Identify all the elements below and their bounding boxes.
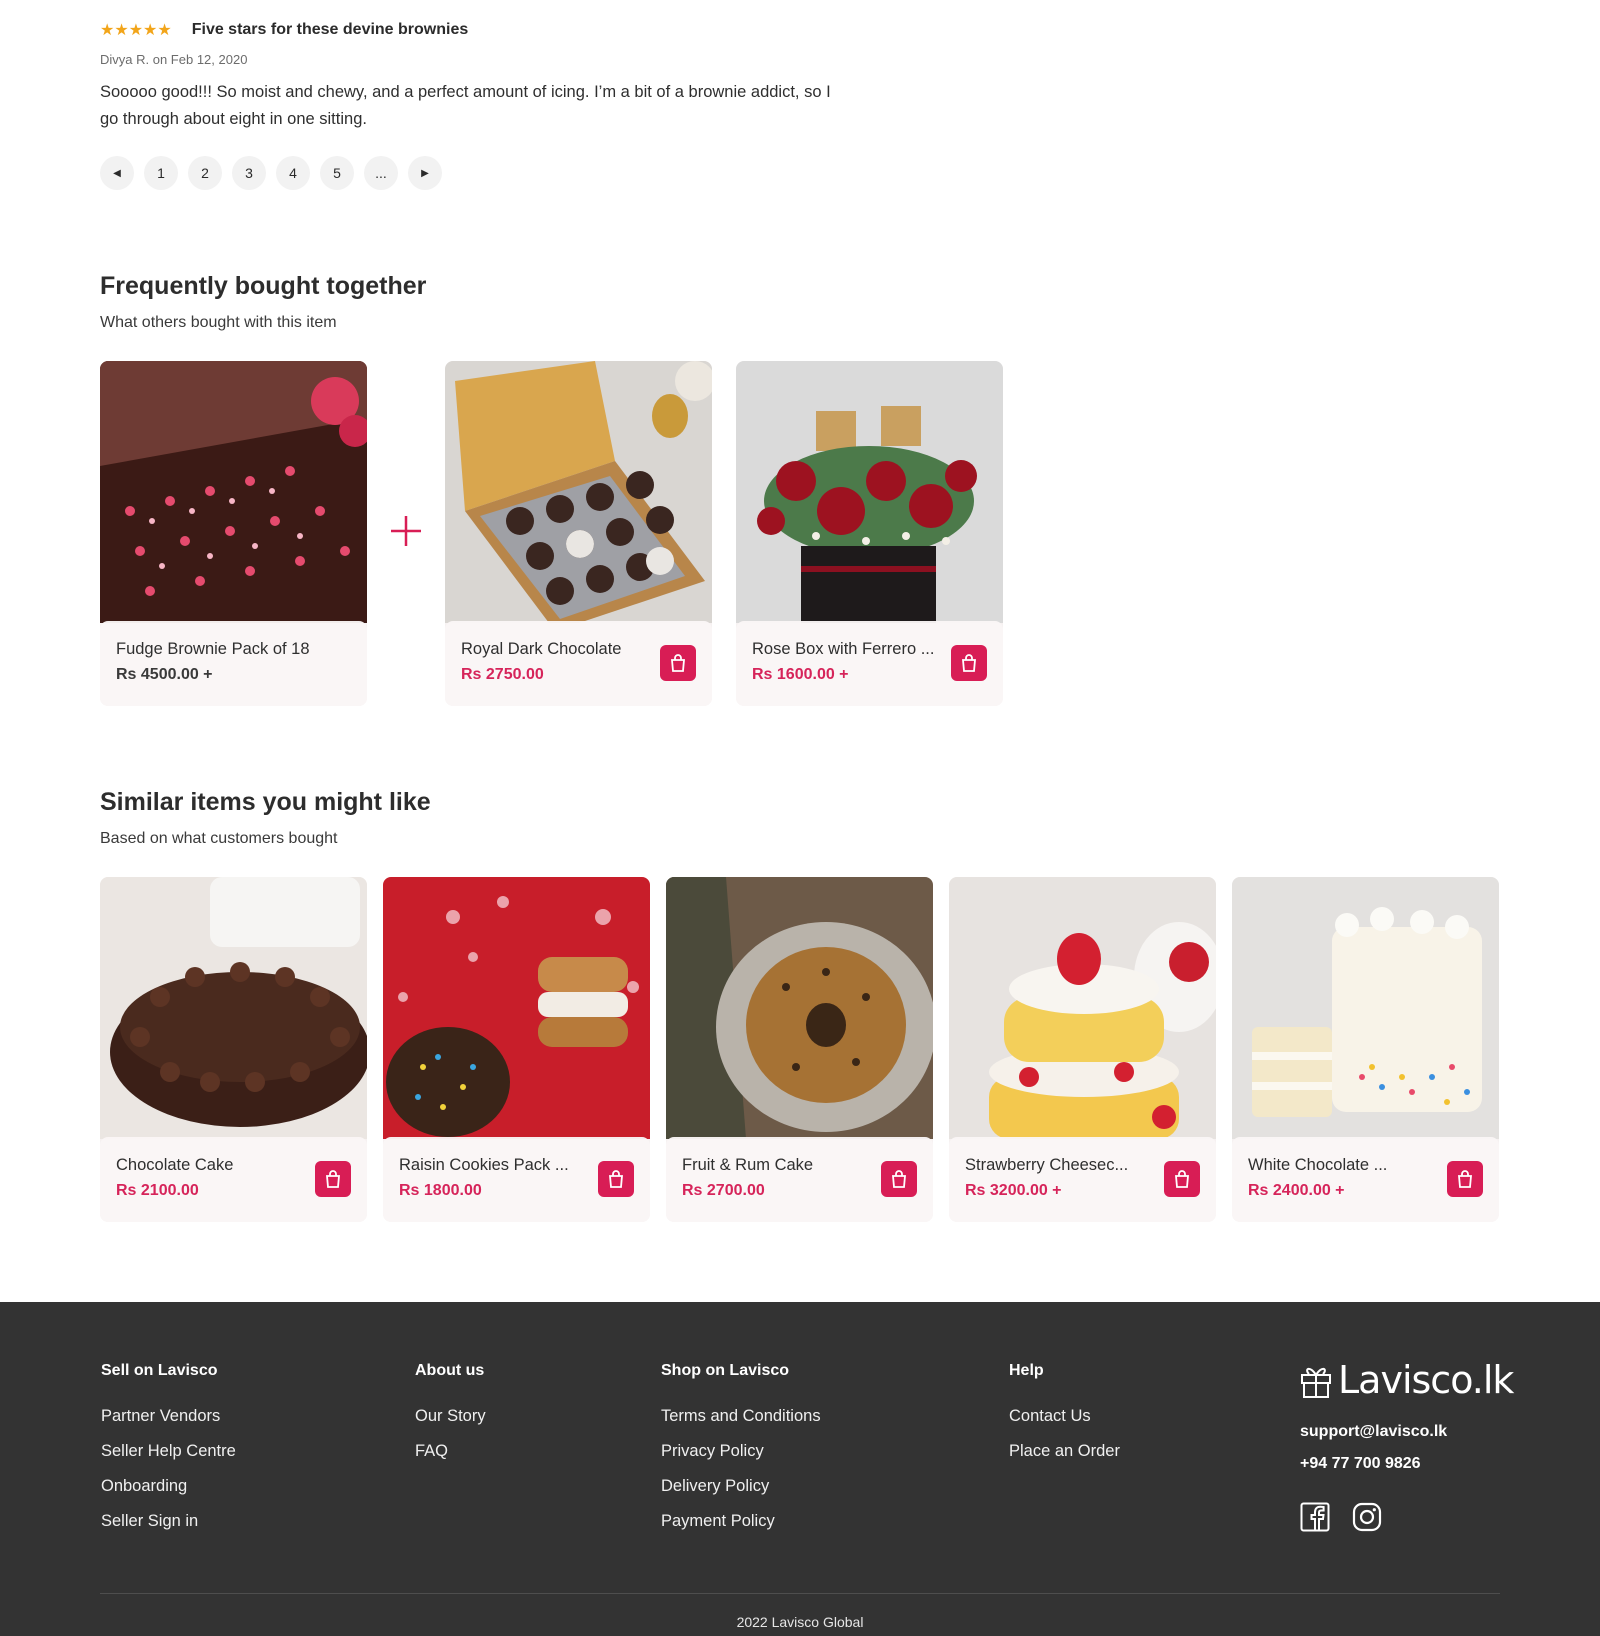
product-image-strawberry-cake (949, 877, 1216, 1139)
footer-link-partner-vendors[interactable]: Partner Vendors (101, 1406, 236, 1427)
shopping-bag-icon (1458, 1170, 1472, 1188)
add-to-cart-button[interactable] (660, 645, 696, 681)
footer-column-sell: Sell on Lavisco Partner Vendors Seller H… (101, 1362, 236, 1546)
footer-column-about: About us Our Story FAQ (415, 1362, 486, 1476)
pagination: ◀ 1 2 3 4 5 ... ▶ (100, 156, 442, 190)
review-body: Sooooo good!!! So moist and chewy, and a… (100, 83, 831, 128)
product-info: Chocolate Cake Rs 2100.00 (100, 1137, 367, 1222)
product-card-strawberry-cheesecake[interactable]: Strawberry Cheesec... Rs 3200.00 + (949, 877, 1216, 1222)
shopping-bag-icon (326, 1170, 340, 1188)
add-to-cart-button[interactable] (315, 1161, 351, 1197)
shopping-bag-icon (1175, 1170, 1189, 1188)
similar-items-title: Similar items you might like (100, 788, 431, 816)
footer-link-seller-sign-in[interactable]: Seller Sign in (101, 1511, 236, 1532)
footer: Sell on Lavisco Partner Vendors Seller H… (0, 1302, 1600, 1636)
page-2-button[interactable]: 2 (188, 156, 222, 190)
product-image-rum-cake (666, 877, 933, 1139)
product-card-rose-box[interactable]: Rose Box with Ferrero ... Rs 1600.00 + (736, 361, 1003, 706)
add-to-cart-button[interactable] (881, 1161, 917, 1197)
product-image-rose-box (736, 361, 1003, 623)
product-info: White Chocolate ... Rs 2400.00 + (1232, 1137, 1499, 1222)
footer-brand: Lavisco.lk support@lavisco.lk +94 77 700… (1300, 1358, 1514, 1532)
add-to-cart-button[interactable] (1164, 1161, 1200, 1197)
shopping-bag-icon (671, 654, 685, 672)
product-info: Strawberry Cheesec... Rs 3200.00 + (949, 1137, 1216, 1222)
prev-page-button[interactable]: ◀ (100, 156, 134, 190)
footer-link-our-story[interactable]: Our Story (415, 1406, 486, 1427)
instagram-icon[interactable] (1352, 1502, 1382, 1532)
similar-items-subtitle: Based on what customers bought (100, 830, 338, 847)
product-card-chocolate-cake[interactable]: Chocolate Cake Rs 2100.00 (100, 877, 367, 1222)
footer-heading: About us (415, 1362, 485, 1379)
page-4-button[interactable]: 4 (276, 156, 310, 190)
support-phone[interactable]: +94 77 700 9826 (1300, 1448, 1513, 1480)
footer-column-help: Help Contact Us Place an Order (1009, 1362, 1120, 1476)
product-info: Raisin Cookies Pack ... Rs 1800.00 (383, 1137, 650, 1222)
frequently-bought-subtitle: What others bought with this item (100, 314, 337, 331)
product-card-fudge-brownie[interactable]: Fudge Brownie Pack of 18 Rs 4500.00 + (100, 361, 367, 706)
facebook-icon[interactable] (1300, 1502, 1330, 1532)
product-name: Fudge Brownie Pack of 18 (116, 640, 310, 658)
footer-heading: Shop on Lavisco (661, 1362, 790, 1379)
rating-stars: ★★★★★ (100, 22, 172, 39)
footer-link-payment[interactable]: Payment Policy (661, 1511, 821, 1532)
page-3-button[interactable]: 3 (232, 156, 266, 190)
product-info: Rose Box with Ferrero ... Rs 1600.00 + (736, 621, 1003, 706)
add-to-cart-button[interactable] (1447, 1161, 1483, 1197)
product-info: Fudge Brownie Pack of 18 Rs 4500.00 + (100, 621, 367, 706)
product-card-fruit-rum-cake[interactable]: Fruit & Rum Cake Rs 2700.00 (666, 877, 933, 1222)
page-5-button[interactable]: 5 (320, 156, 354, 190)
add-to-cart-button[interactable] (951, 645, 987, 681)
social-links (1300, 1502, 1513, 1532)
gift-icon (1301, 1367, 1331, 1398)
copyright: 2022 Lavisco Global (736, 1614, 864, 1630)
next-page-button[interactable]: ▶ (408, 156, 442, 190)
logo-text: Lavisco.lk (1338, 1358, 1514, 1402)
footer-divider (100, 1593, 1500, 1594)
footer-heading: Help (1009, 1362, 1044, 1379)
footer-column-shop: Shop on Lavisco Terms and Conditions Pri… (661, 1362, 821, 1546)
product-card-white-chocolate[interactable]: White Chocolate ... Rs 2400.00 + (1232, 877, 1499, 1222)
product-info: Fruit & Rum Cake Rs 2700.00 (666, 1137, 933, 1222)
product-image-white-cake (1232, 877, 1499, 1139)
review-title: Five stars for these devine brownies (191, 21, 469, 38)
product-info: Royal Dark Chocolate Rs 2750.00 (445, 621, 712, 706)
more-pages-button[interactable]: ... (364, 156, 398, 190)
review: ★★★★★ Five stars for these devine browni… (100, 18, 840, 133)
product-price: Rs 4500.00 + (116, 666, 213, 683)
shopping-bag-icon (892, 1170, 906, 1188)
product-card-royal-dark-chocolate[interactable]: Royal Dark Chocolate Rs 2750.00 (445, 361, 712, 706)
product-image-chocolates (445, 361, 712, 623)
product-card-raisin-cookies[interactable]: Raisin Cookies Pack ... Rs 1800.00 (383, 877, 650, 1222)
footer-link-onboarding[interactable]: Onboarding (101, 1476, 236, 1497)
footer-heading: Sell on Lavisco (101, 1362, 218, 1379)
product-image-brownies (100, 361, 367, 623)
footer-link-contact-us[interactable]: Contact Us (1009, 1406, 1120, 1427)
support-email[interactable]: support@lavisco.lk (1300, 1416, 1513, 1448)
shopping-bag-icon (962, 654, 976, 672)
footer-link-place-order[interactable]: Place an Order (1009, 1441, 1120, 1462)
product-image-chocolate-cake (100, 877, 367, 1139)
add-to-cart-button[interactable] (598, 1161, 634, 1197)
footer-link-faq[interactable]: FAQ (415, 1441, 486, 1462)
product-image-cookies (383, 877, 650, 1139)
shopping-bag-icon (609, 1170, 623, 1188)
review-meta: Divya R. on Feb 12, 2020 (100, 52, 248, 67)
lavisco-logo[interactable]: Lavisco.lk (1300, 1358, 1514, 1402)
footer-link-seller-help-centre[interactable]: Seller Help Centre (101, 1441, 236, 1462)
footer-link-delivery[interactable]: Delivery Policy (661, 1476, 821, 1497)
plus-icon (391, 516, 421, 546)
page-1-button[interactable]: 1 (144, 156, 178, 190)
frequently-bought-title: Frequently bought together (100, 272, 427, 300)
footer-link-privacy[interactable]: Privacy Policy (661, 1441, 821, 1462)
footer-link-terms[interactable]: Terms and Conditions (661, 1406, 821, 1427)
